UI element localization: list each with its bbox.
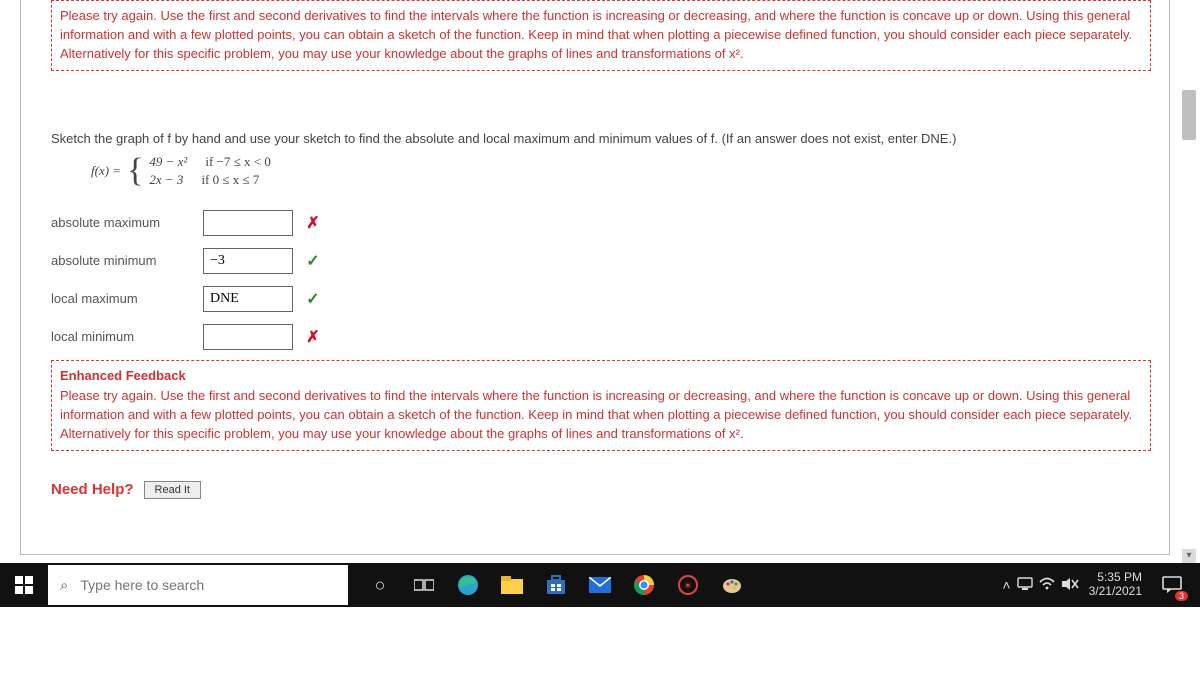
absmax-input[interactable]	[203, 210, 293, 236]
feedback-box-bottom: Enhanced Feedback Please try again. Use …	[51, 360, 1151, 451]
mail-icon[interactable]	[580, 563, 620, 607]
paint-icon[interactable]	[712, 563, 752, 607]
function-definition: f(x) = { 49 − x² if −7 ≤ x < 0 2x − 3 if…	[91, 154, 1151, 188]
correct-icon: ✓	[305, 251, 321, 271]
blank-area	[0, 607, 1200, 675]
chrome-icon[interactable]	[624, 563, 664, 607]
display-icon[interactable]	[1017, 577, 1033, 594]
svg-text:✶: ✶	[684, 581, 692, 592]
feedback-box-top: Please try again. Use the first and seco…	[51, 0, 1151, 71]
taskbar: ⌕ ○ ✶ ˄	[0, 563, 1200, 607]
locmax-input[interactable]	[203, 286, 293, 312]
system-tray: ˄ 5:35 PM 3/21/2021 3	[994, 563, 1200, 607]
absmin-label: absolute minimum	[51, 253, 191, 268]
piece2-expr: 2x − 3	[149, 172, 183, 188]
answers-block: absolute maximum ✗ absolute minimum ✓ lo…	[51, 208, 1151, 352]
edge-icon[interactable]	[448, 563, 488, 607]
clock-time: 5:35 PM	[1089, 571, 1142, 585]
file-explorer-icon[interactable]	[492, 563, 532, 607]
need-help-label: Need Help?	[51, 481, 134, 498]
question-prompt: Sketch the graph of f by hand and use yo…	[51, 131, 1151, 146]
locmax-label: local maximum	[51, 291, 191, 306]
locmin-label: local minimum	[51, 329, 191, 344]
feedback-title: Enhanced Feedback	[60, 367, 1142, 386]
scroll-down-icon[interactable]: ▾	[1182, 549, 1196, 563]
correct-icon: ✓	[305, 289, 321, 309]
question-panel: Please try again. Use the first and seco…	[20, 0, 1170, 555]
piece1-expr: 49 − x²	[149, 154, 187, 170]
notifications-button[interactable]: 3	[1152, 563, 1192, 607]
feedback-text: Please try again. Use the first and seco…	[60, 8, 1132, 61]
wifi-icon[interactable]	[1039, 577, 1055, 594]
tray-expand-icon[interactable]: ˄	[1002, 577, 1010, 593]
feedback-text: Please try again. Use the first and seco…	[60, 388, 1132, 441]
wrong-icon: ✗	[305, 327, 321, 347]
start-button[interactable]	[0, 563, 48, 607]
brace-icon: {	[127, 156, 143, 186]
piece2-cond: if 0 ≤ x ≤ 7	[201, 172, 259, 188]
read-it-button[interactable]: Read It	[144, 481, 201, 499]
clock-date: 3/21/2021	[1089, 585, 1142, 599]
absmin-input[interactable]	[203, 248, 293, 274]
scrollbar-thumb[interactable]	[1182, 90, 1196, 140]
absmax-label: absolute maximum	[51, 215, 191, 230]
taskbar-search[interactable]: ⌕	[48, 565, 348, 605]
windows-icon	[15, 576, 33, 594]
app-icon-red[interactable]: ✶	[668, 563, 708, 607]
volume-muted-icon[interactable]	[1061, 577, 1079, 594]
task-view-icon[interactable]	[404, 563, 444, 607]
taskbar-clock[interactable]: 5:35 PM 3/21/2021	[1089, 571, 1142, 599]
wrong-icon: ✗	[305, 213, 321, 233]
search-input[interactable]	[78, 576, 336, 594]
task-icons: ○ ✶	[360, 563, 752, 607]
piece1-cond: if −7 ≤ x < 0	[205, 154, 271, 170]
function-lhs: f(x) =	[91, 163, 121, 179]
notification-badge: 3	[1175, 591, 1188, 601]
locmin-input[interactable]	[203, 324, 293, 350]
need-help-row: Need Help? Read It	[51, 481, 1151, 499]
cortana-icon[interactable]: ○	[360, 563, 400, 607]
search-icon: ⌕	[60, 577, 68, 594]
microsoft-store-icon[interactable]	[536, 563, 576, 607]
